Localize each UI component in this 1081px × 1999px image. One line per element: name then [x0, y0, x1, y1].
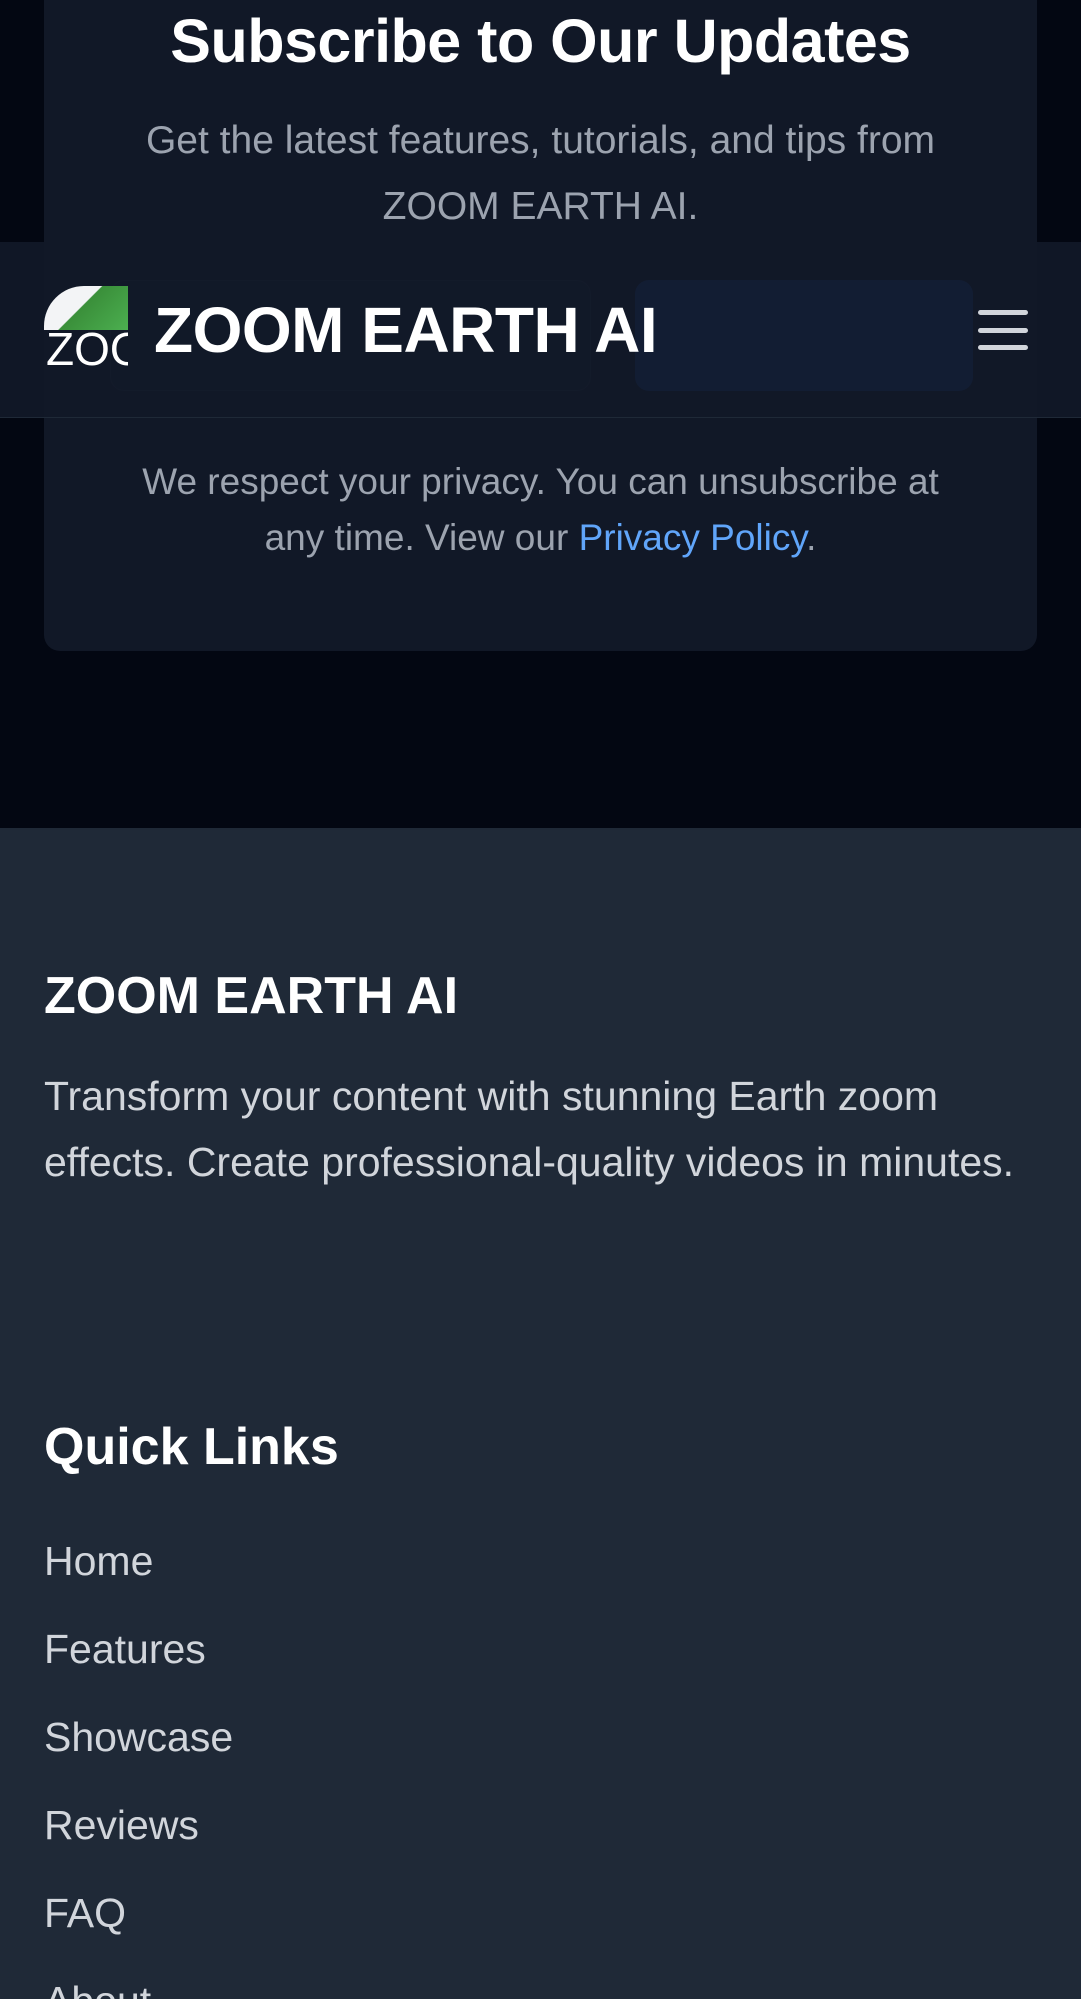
- quick-link-item: Features: [44, 1624, 233, 1712]
- subscribe-description: Get the latest features, tutorials, and …: [145, 119, 936, 228]
- quick-link-showcase[interactable]: Showcase: [44, 1714, 233, 1760]
- quick-link-item: Home: [44, 1536, 233, 1624]
- quick-link-item: About: [44, 1976, 233, 1999]
- quick-link-home[interactable]: Home: [44, 1538, 153, 1584]
- privacy-note-text: We respect your privacy. You can unsubsc…: [142, 461, 939, 558]
- site-header: ZOOM EARTH AI ZOOM EARTH AI: [0, 242, 1081, 418]
- quick-links-heading: Quick Links: [44, 1418, 339, 1476]
- brand-name[interactable]: ZOOM EARTH AI: [154, 292, 658, 368]
- quick-link-about[interactable]: About: [44, 1978, 151, 1999]
- page: Subscribe to Our Updates Get the latest …: [0, 0, 1081, 1999]
- footer-brand: ZOOM EARTH AI: [44, 967, 459, 1025]
- menu-bar: [978, 345, 1028, 350]
- hamburger-menu-icon[interactable]: [970, 302, 1036, 358]
- logo-image[interactable]: ZOOM EARTH AI: [44, 286, 128, 370]
- menu-bar: [978, 327, 1028, 333]
- menu-bar: [978, 310, 1028, 315]
- subscribe-title: Subscribe to Our Updates: [170, 7, 911, 75]
- quick-link-item: Reviews: [44, 1800, 233, 1888]
- site-footer: ZOOM EARTH AI Transform your content wit…: [0, 828, 1081, 1999]
- privacy-policy-link[interactable]: Privacy Policy: [579, 517, 807, 558]
- logo-alt-text: ZOOM EARTH AI: [46, 323, 128, 370]
- footer-description: Transform your content with stunning Ear…: [44, 1073, 1015, 1185]
- privacy-note: We respect your privacy. You can unsubsc…: [114, 454, 967, 566]
- quick-link-reviews[interactable]: Reviews: [44, 1802, 199, 1848]
- quick-links-list: Home Features Showcase Reviews FAQ About: [44, 1536, 233, 1999]
- quick-link-item: Showcase: [44, 1712, 233, 1800]
- privacy-note-period: .: [806, 517, 817, 558]
- quick-link-faq[interactable]: FAQ: [44, 1890, 126, 1936]
- quick-link-item: FAQ: [44, 1888, 233, 1976]
- quick-link-features[interactable]: Features: [44, 1626, 206, 1672]
